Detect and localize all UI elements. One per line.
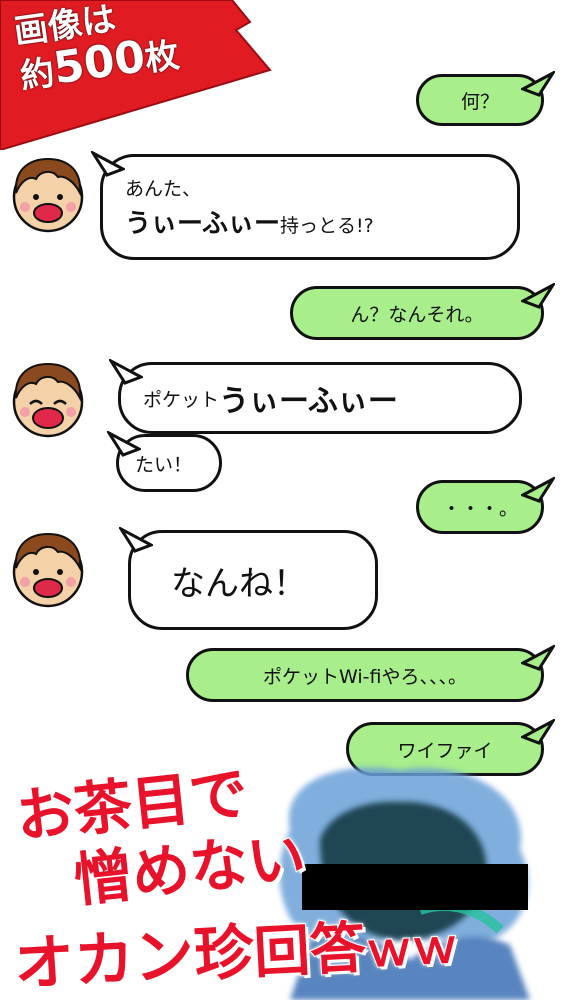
message-text-line2: 持っとる!? [279, 215, 374, 237]
message-text: 何？ [460, 90, 499, 113]
message-bubble-right: 何？ [416, 71, 555, 126]
bubble-tail [521, 283, 555, 309]
message-bubble-right: ・・・。 [416, 477, 555, 534]
bubble-tail [119, 527, 153, 553]
bubble-tail [521, 719, 555, 745]
bubble-tail [521, 477, 555, 503]
message-text: ポケット [143, 388, 220, 411]
badge-prefix: 約 [17, 52, 58, 97]
caption-line3-part1: オカン珍 [11, 916, 256, 1000]
message-bubble-left: なんね！ [119, 527, 378, 630]
bubble-tail [107, 431, 141, 457]
message-text: ん？なんそれ。 [350, 303, 484, 326]
message-emphasis: うぃーふぃー [219, 384, 398, 419]
bubble-tail [521, 645, 555, 671]
message-text: ・・・。 [441, 497, 518, 520]
promo-badge: 画像は 約500枚 [0, 0, 280, 152]
message-bubble-right: ポケットWi-fiやろ、、、。 [186, 645, 555, 702]
message-emphasis: うぃーふぃー [125, 209, 280, 239]
mom-avatar [12, 362, 84, 438]
caption-line3-part3: ｗｗ [364, 918, 461, 979]
message-bubble-left: あんた、 うぃーふぃー持っとる!? [91, 151, 520, 260]
bubble-tail [521, 71, 555, 97]
message-bubble-left: ポケット うぃーふぃー [109, 359, 522, 434]
mom-avatar [12, 532, 84, 608]
message-text: なんね！ [171, 563, 307, 604]
message-bubble-right: ん？なんそれ。 [290, 283, 555, 340]
message-bubble-left: たい！ [107, 431, 222, 492]
badge-suffix: 枚 [142, 35, 182, 80]
bubble-tail [109, 359, 143, 385]
message-text: ポケットWi-fiやろ、、、。 [263, 665, 467, 688]
message-text: ワイファイ [397, 739, 493, 762]
message-text: たい！ [135, 453, 193, 476]
message-text-line1: あんた、 [125, 178, 202, 200]
mom-avatar [12, 157, 84, 233]
caption-line3-part2: 回答 [251, 915, 368, 988]
bubble-tail [91, 151, 125, 177]
